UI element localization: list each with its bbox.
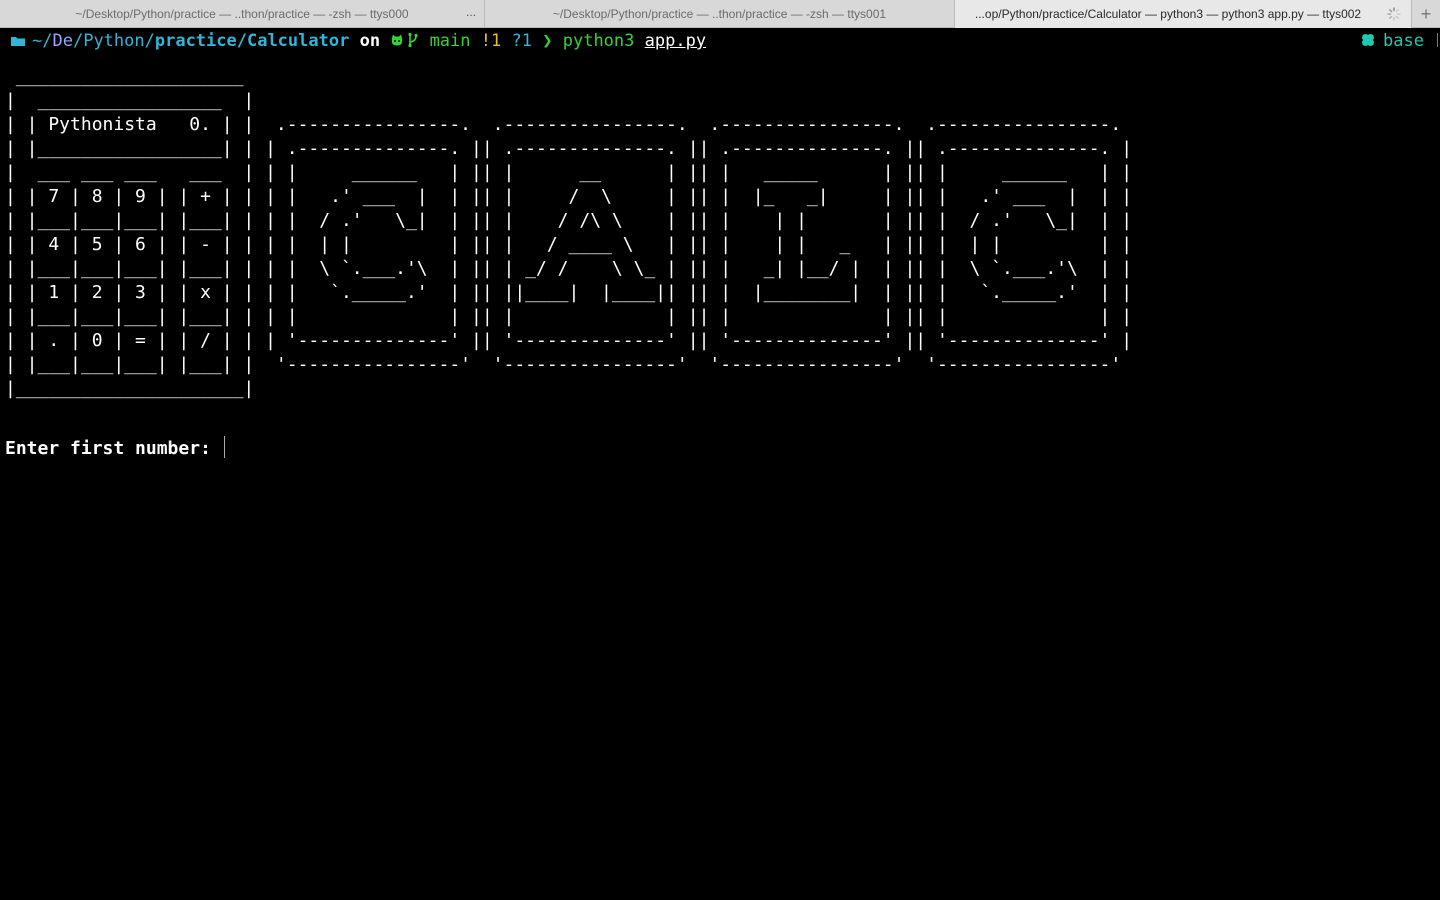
git-modified-count: !1 (480, 31, 502, 51)
path-middle: /Python/ (72, 31, 155, 51)
python-env-icon (1362, 34, 1375, 46)
shell-prompt: ~/De/Python/practice/Calculator on main … (4, 29, 1434, 53)
path-current: practice/Calculator (154, 31, 350, 51)
tab-ttys000[interactable]: ~/Desktop/Python/practice — ..thon/pract… (0, 0, 485, 28)
folder-icon (11, 37, 25, 46)
prompt-arrow: ❯ (542, 31, 553, 51)
git-branch-icon (408, 32, 418, 48)
tab-title: ~/Desktop/Python/practice — ..thon/pract… (75, 7, 409, 21)
conda-env-indicator: base (1361, 29, 1424, 53)
path-home: ~/ (32, 31, 53, 51)
input-line[interactable]: Enter first number: (5, 436, 225, 461)
tab-ttys002-active[interactable]: ...op/Python/practice/Calculator — pytho… (955, 0, 1412, 28)
tab-title: ...op/Python/practice/Calculator — pytho… (974, 7, 1362, 21)
git-branch-name: main (429, 31, 471, 51)
command-name: python3 (562, 31, 635, 51)
new-tab-button[interactable]: + (1412, 0, 1440, 28)
env-name: base (1383, 31, 1424, 51)
on-label: on (359, 31, 381, 51)
tab-overflow-indicator: ... (465, 5, 476, 19)
tab-bar: ~/Desktop/Python/practice — ..thon/pract… (0, 0, 1440, 28)
git-untracked-count: ?1 (511, 31, 532, 51)
tab-title: ~/Desktop/Python/practice — ..thon/pract… (552, 7, 887, 21)
ascii-calc-banner: _____________________ | ________________… (5, 66, 1133, 399)
scroll-indicator (1437, 33, 1438, 47)
path-abbrev: De (52, 31, 73, 51)
tab-ttys001[interactable]: ~/Desktop/Python/practice — ..thon/pract… (485, 0, 955, 28)
command-argument: app.py (644, 31, 707, 51)
text-cursor (223, 436, 225, 458)
loading-spinner-icon (1387, 7, 1401, 21)
input-prompt-label: Enter first number: (5, 438, 222, 459)
github-icon (392, 34, 403, 46)
